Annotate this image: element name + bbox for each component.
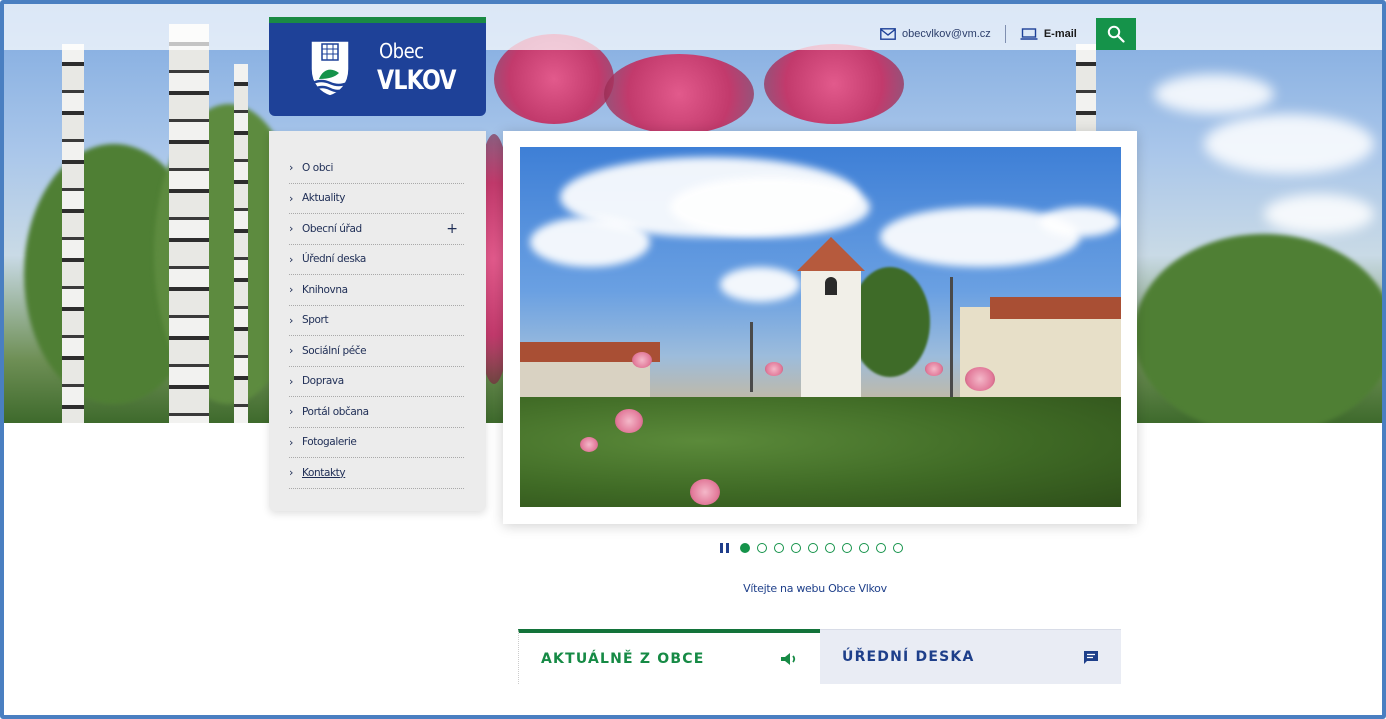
chevron-right-icon: › bbox=[289, 191, 294, 205]
speaker-icon bbox=[781, 652, 796, 665]
menu-item-label: Fotogalerie bbox=[302, 436, 357, 449]
menu-item-uredni-deska[interactable]: › Úřední deska bbox=[289, 245, 464, 275]
contact-email-link[interactable]: obecvlkov@vm.cz bbox=[866, 18, 1005, 50]
logo-line-1: Obec bbox=[379, 39, 424, 63]
menu-item-label: Obecní úřad bbox=[302, 222, 362, 235]
slideshow-card bbox=[503, 131, 1137, 524]
menu-item-knihovna[interactable]: › Knihovna bbox=[289, 275, 464, 306]
chevron-right-icon: › bbox=[289, 435, 294, 449]
menu-item-sport[interactable]: › Sport bbox=[289, 306, 464, 336]
menu-item-o-obci[interactable]: › O obci bbox=[289, 153, 464, 184]
chevron-right-icon: › bbox=[289, 222, 294, 236]
chevron-right-icon: › bbox=[289, 313, 294, 327]
chevron-right-icon: › bbox=[289, 344, 294, 358]
menu-item-doprava[interactable]: › Doprava bbox=[289, 367, 464, 397]
menu-item-label: Doprava bbox=[302, 375, 344, 388]
slide-dot-10[interactable] bbox=[893, 543, 903, 553]
pause-icon[interactable] bbox=[720, 543, 729, 553]
menu-item-label: O obci bbox=[302, 161, 333, 174]
logo-line-2: VLKOV bbox=[377, 65, 456, 96]
menu-item-label: Úřední deska bbox=[302, 253, 366, 266]
chevron-right-icon: › bbox=[289, 405, 294, 419]
search-button[interactable] bbox=[1096, 18, 1136, 50]
slideshow-pagination bbox=[720, 543, 906, 553]
menu-item-fotogalerie[interactable]: › Fotogalerie bbox=[289, 428, 464, 458]
chevron-right-icon: › bbox=[289, 161, 294, 175]
slide-dot-1[interactable] bbox=[740, 543, 750, 553]
expand-plus-icon[interactable]: + bbox=[446, 221, 458, 237]
main-navigation: › O obci › Aktuality › Obecní úřad + › Ú… bbox=[269, 131, 486, 511]
webmail-label: E-mail bbox=[1043, 28, 1077, 40]
menu-item-label: Aktuality bbox=[302, 192, 346, 205]
menu-item-kontakty[interactable]: › Kontakty bbox=[289, 458, 464, 489]
slide-dot-7[interactable] bbox=[842, 543, 852, 553]
slide-dot-4[interactable] bbox=[791, 543, 801, 553]
slide-dot-2[interactable] bbox=[757, 543, 767, 553]
menu-item-portal-obcana[interactable]: › Portál občana bbox=[289, 397, 464, 428]
envelope-icon bbox=[880, 28, 896, 40]
news-tabs: AKTUÁLNĚ Z OBCE ÚŘEDNÍ DESKA bbox=[518, 629, 1121, 684]
chevron-right-icon: › bbox=[289, 374, 294, 388]
menu-item-obecni-urad[interactable]: › Obecní úřad + bbox=[289, 214, 464, 245]
chevron-right-icon: › bbox=[289, 283, 294, 297]
message-icon bbox=[1084, 650, 1098, 664]
slide-dot-3[interactable] bbox=[774, 543, 784, 553]
menu-item-label: Sport bbox=[302, 314, 329, 327]
top-contact-bar: obecvlkov@vm.cz E-mail bbox=[866, 18, 1091, 50]
slide-caption: Vítejte na webu Obce Vlkov bbox=[743, 582, 887, 595]
tab-aktualne-z-obce[interactable]: AKTUÁLNĚ Z OBCE bbox=[518, 629, 820, 684]
menu-item-label: Knihovna bbox=[302, 283, 348, 296]
webmail-link[interactable]: E-mail bbox=[1006, 18, 1091, 50]
slideshow-image[interactable] bbox=[520, 147, 1121, 507]
site-logo[interactable]: Obec VLKOV bbox=[269, 17, 486, 116]
menu-item-socialni-pece[interactable]: › Sociální péče bbox=[289, 336, 464, 367]
menu-item-aktuality[interactable]: › Aktuality bbox=[289, 184, 464, 214]
slide-dot-5[interactable] bbox=[808, 543, 818, 553]
chevron-right-icon: › bbox=[289, 466, 294, 480]
slide-dot-6[interactable] bbox=[825, 543, 835, 553]
slide-dot-8[interactable] bbox=[859, 543, 869, 553]
contact-email-text: obecvlkov@vm.cz bbox=[902, 28, 991, 40]
menu-item-label: Portál občana bbox=[302, 405, 369, 418]
menu-item-label: Sociální péče bbox=[302, 344, 367, 357]
tab-label: AKTUÁLNĚ Z OBCE bbox=[541, 650, 705, 667]
tab-label: ÚŘEDNÍ DESKA bbox=[842, 649, 975, 665]
coat-of-arms-icon bbox=[310, 40, 350, 97]
chevron-right-icon: › bbox=[289, 252, 294, 266]
menu-item-label: Kontakty bbox=[302, 466, 346, 479]
search-icon bbox=[1107, 25, 1125, 43]
tab-uredni-deska[interactable]: ÚŘEDNÍ DESKA bbox=[820, 629, 1121, 684]
laptop-icon bbox=[1020, 28, 1038, 40]
browser-frame: Obec VLKOV obecvlkov@vm.cz E-mail › O ob… bbox=[0, 0, 1386, 719]
slide-dot-9[interactable] bbox=[876, 543, 886, 553]
